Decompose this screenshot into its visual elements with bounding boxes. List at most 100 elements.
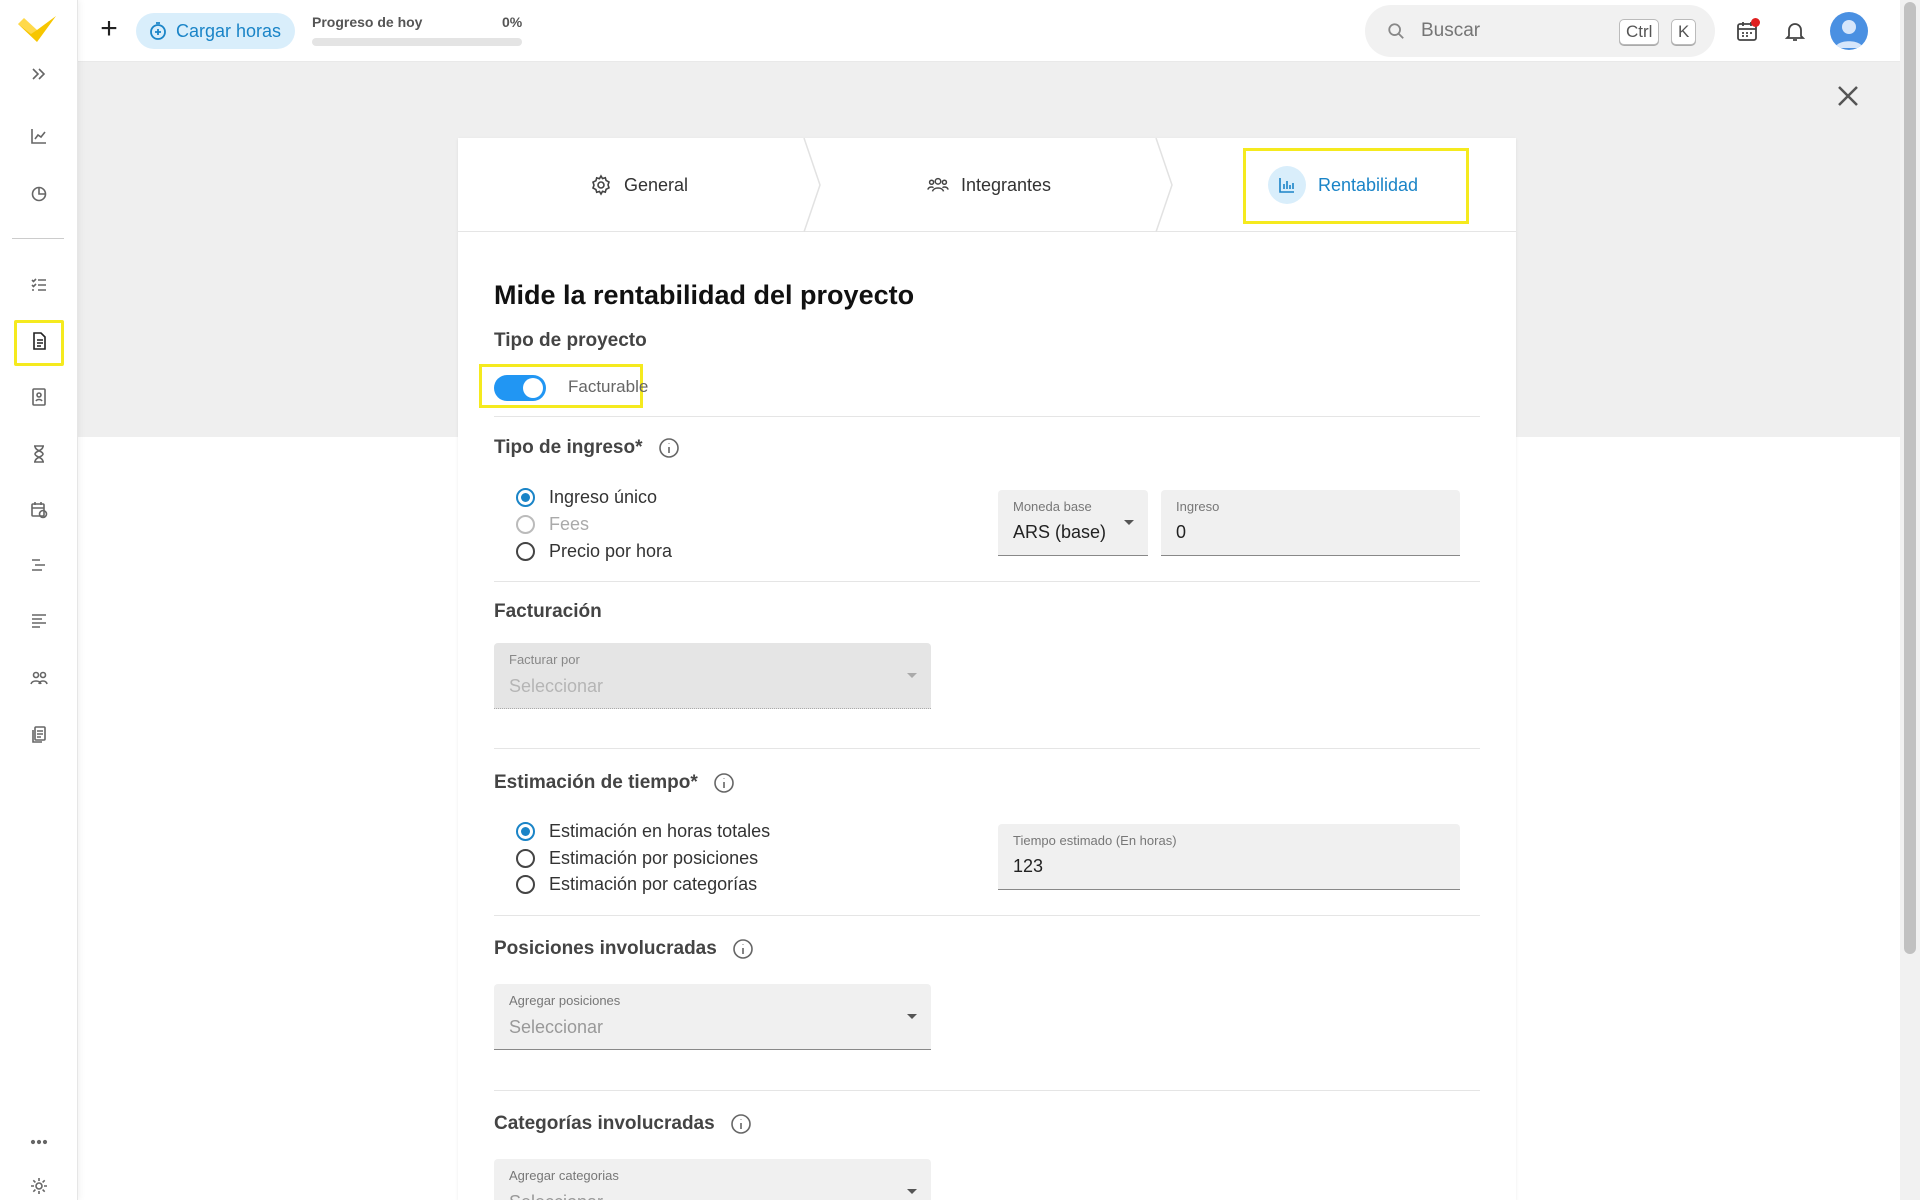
scrollbar[interactable] bbox=[1900, 0, 1920, 1200]
divider bbox=[494, 748, 1480, 749]
facturar-por-placeholder: Seleccionar bbox=[509, 676, 604, 696]
radio-por-posiciones-label: Estimación por posiciones bbox=[549, 848, 759, 868]
document-icon[interactable] bbox=[25, 327, 53, 355]
calendar-clock-icon[interactable] bbox=[25, 496, 53, 524]
text-lines-icon[interactable] bbox=[25, 607, 53, 635]
sidebar bbox=[0, 0, 78, 1200]
info-icon[interactable] bbox=[658, 437, 680, 459]
calendar-icon[interactable] bbox=[1732, 16, 1762, 46]
moneda-base-select[interactable]: Moneda base ARS (base) bbox=[998, 490, 1148, 556]
tiempo-estimado-field[interactable]: Tiempo estimado (En horas) 123 bbox=[998, 824, 1460, 890]
tipo-ingreso-text: Tipo de ingreso* bbox=[494, 437, 643, 459]
team-icon[interactable] bbox=[25, 664, 53, 692]
step-highlight bbox=[1243, 148, 1469, 224]
ingreso-value: 0 bbox=[1176, 522, 1187, 542]
search-box[interactable]: Ctrl K bbox=[1365, 5, 1715, 57]
sidebar-divider bbox=[12, 238, 64, 239]
agregar-posiciones-placeholder: Seleccionar bbox=[509, 1017, 604, 1037]
categorias-label: Categorías involucradas bbox=[494, 1113, 752, 1135]
agregar-categorias-select[interactable]: Agregar categorias Seleccionar bbox=[494, 1159, 931, 1200]
chevron-down-icon bbox=[907, 1014, 917, 1019]
posiciones-text: Posiciones involucradas bbox=[494, 938, 717, 960]
radio-precio-hora-input[interactable] bbox=[516, 542, 535, 561]
users-icon bbox=[927, 177, 949, 192]
gear-icon bbox=[592, 174, 610, 196]
progress-bar bbox=[312, 38, 522, 46]
timer-add-icon bbox=[150, 22, 166, 40]
radio-ingreso-unico-label: Ingreso único bbox=[549, 487, 658, 507]
ingreso-field[interactable]: Ingreso 0 bbox=[1161, 490, 1460, 556]
contact-card-icon[interactable] bbox=[25, 383, 53, 411]
estimacion-label: Estimación de tiempo* bbox=[494, 772, 735, 794]
more-icon[interactable] bbox=[25, 1128, 53, 1156]
facturable-toggle-highlight: Facturable bbox=[479, 364, 648, 408]
radio-por-posiciones-input[interactable] bbox=[516, 849, 535, 868]
radio-fees-label: Fees bbox=[549, 514, 590, 534]
chart-line-icon[interactable] bbox=[25, 122, 53, 150]
tiempo-estimado-label: Tiempo estimado (En horas) bbox=[1013, 833, 1177, 848]
radio-por-categorias-input[interactable] bbox=[516, 875, 535, 894]
cargar-horas-label: Cargar horas bbox=[176, 20, 282, 41]
tipo-ingreso-label: Tipo de ingreso* bbox=[494, 437, 680, 459]
scrollbar-thumb[interactable] bbox=[1904, 2, 1916, 954]
facturable-toggle[interactable] bbox=[494, 375, 546, 401]
radio-por-categorias[interactable]: Estimación por categorías bbox=[516, 874, 757, 895]
step-integrantes-label: Integrantes bbox=[961, 174, 1052, 195]
agregar-categorias-placeholder: Seleccionar bbox=[509, 1192, 603, 1200]
radio-precio-hora[interactable]: Precio por hora bbox=[516, 541, 672, 562]
radio-ingreso-unico[interactable]: Ingreso único bbox=[516, 487, 657, 508]
radio-horas-totales[interactable]: Estimación en horas totales bbox=[516, 821, 770, 842]
bell-icon[interactable] bbox=[1780, 16, 1810, 46]
radio-horas-totales-label: Estimación en horas totales bbox=[549, 821, 771, 841]
radio-fees: Fees bbox=[516, 514, 589, 535]
user-avatar[interactable] bbox=[1830, 12, 1868, 50]
moneda-base-value: ARS (base) bbox=[1013, 522, 1107, 542]
step-integrantes[interactable]: Integrantes bbox=[927, 138, 1051, 232]
info-icon[interactable] bbox=[730, 1113, 752, 1135]
stepper: General Integrantes Rentabilidad bbox=[458, 137, 1516, 233]
search-icon bbox=[1388, 23, 1404, 39]
radio-por-posiciones[interactable]: Estimación por posiciones bbox=[516, 848, 758, 869]
step-general-label: General bbox=[624, 174, 689, 195]
notification-dot bbox=[1751, 18, 1760, 27]
radio-horas-totales-input[interactable] bbox=[516, 822, 535, 841]
ingreso-label: Ingreso bbox=[1176, 499, 1220, 514]
pie-chart-icon[interactable] bbox=[25, 179, 53, 207]
step-separator bbox=[802, 137, 822, 233]
step-general[interactable]: General bbox=[590, 138, 688, 232]
progress-label: Progreso de hoy bbox=[312, 14, 423, 30]
radio-por-categorias-label: Estimación por categorías bbox=[549, 874, 758, 894]
radio-ingreso-unico-input[interactable] bbox=[516, 488, 535, 507]
tiempo-estimado-value: 123 bbox=[1013, 856, 1044, 876]
kbd-ctrl: Ctrl bbox=[1619, 19, 1660, 45]
info-icon[interactable] bbox=[732, 938, 754, 960]
hourglass-icon[interactable] bbox=[25, 440, 53, 468]
expand-icon[interactable] bbox=[25, 60, 53, 88]
top-bar: + Cargar horas Progreso de hoy 0% Ctrl K bbox=[78, 0, 1900, 62]
copy-docs-icon[interactable] bbox=[25, 720, 53, 748]
kbd-k: K bbox=[1671, 19, 1697, 45]
settings-icon[interactable] bbox=[25, 1172, 53, 1200]
gantt-icon[interactable] bbox=[25, 551, 53, 579]
app-logo[interactable] bbox=[18, 14, 56, 44]
chevron-down-icon bbox=[1124, 520, 1134, 525]
facturable-label: Facturable bbox=[568, 377, 649, 396]
search-input[interactable] bbox=[1421, 20, 1601, 42]
task-list-icon[interactable] bbox=[25, 271, 53, 299]
step-separator bbox=[1154, 137, 1174, 233]
page-title: Mide la rentabilidad del proyecto bbox=[494, 280, 915, 310]
agregar-posiciones-select[interactable]: Agregar posiciones Seleccionar bbox=[494, 984, 931, 1050]
radio-precio-hora-label: Precio por hora bbox=[549, 541, 673, 561]
toggle-knob bbox=[523, 378, 543, 398]
info-icon[interactable] bbox=[713, 772, 735, 794]
divider bbox=[494, 915, 1480, 916]
categorias-text: Categorías involucradas bbox=[494, 1113, 715, 1135]
cargar-horas-button[interactable]: Cargar horas bbox=[136, 13, 296, 49]
facturar-por-select: Facturar por Seleccionar bbox=[494, 643, 931, 709]
estimacion-text: Estimación de tiempo* bbox=[494, 772, 698, 794]
add-button[interactable]: + bbox=[96, 14, 122, 44]
close-icon[interactable] bbox=[1834, 82, 1862, 110]
progress-value: 0% bbox=[502, 14, 523, 30]
moneda-base-label: Moneda base bbox=[1013, 499, 1092, 514]
project-form-card: General Integrantes Rentabilidad Mide la… bbox=[458, 137, 1516, 1200]
